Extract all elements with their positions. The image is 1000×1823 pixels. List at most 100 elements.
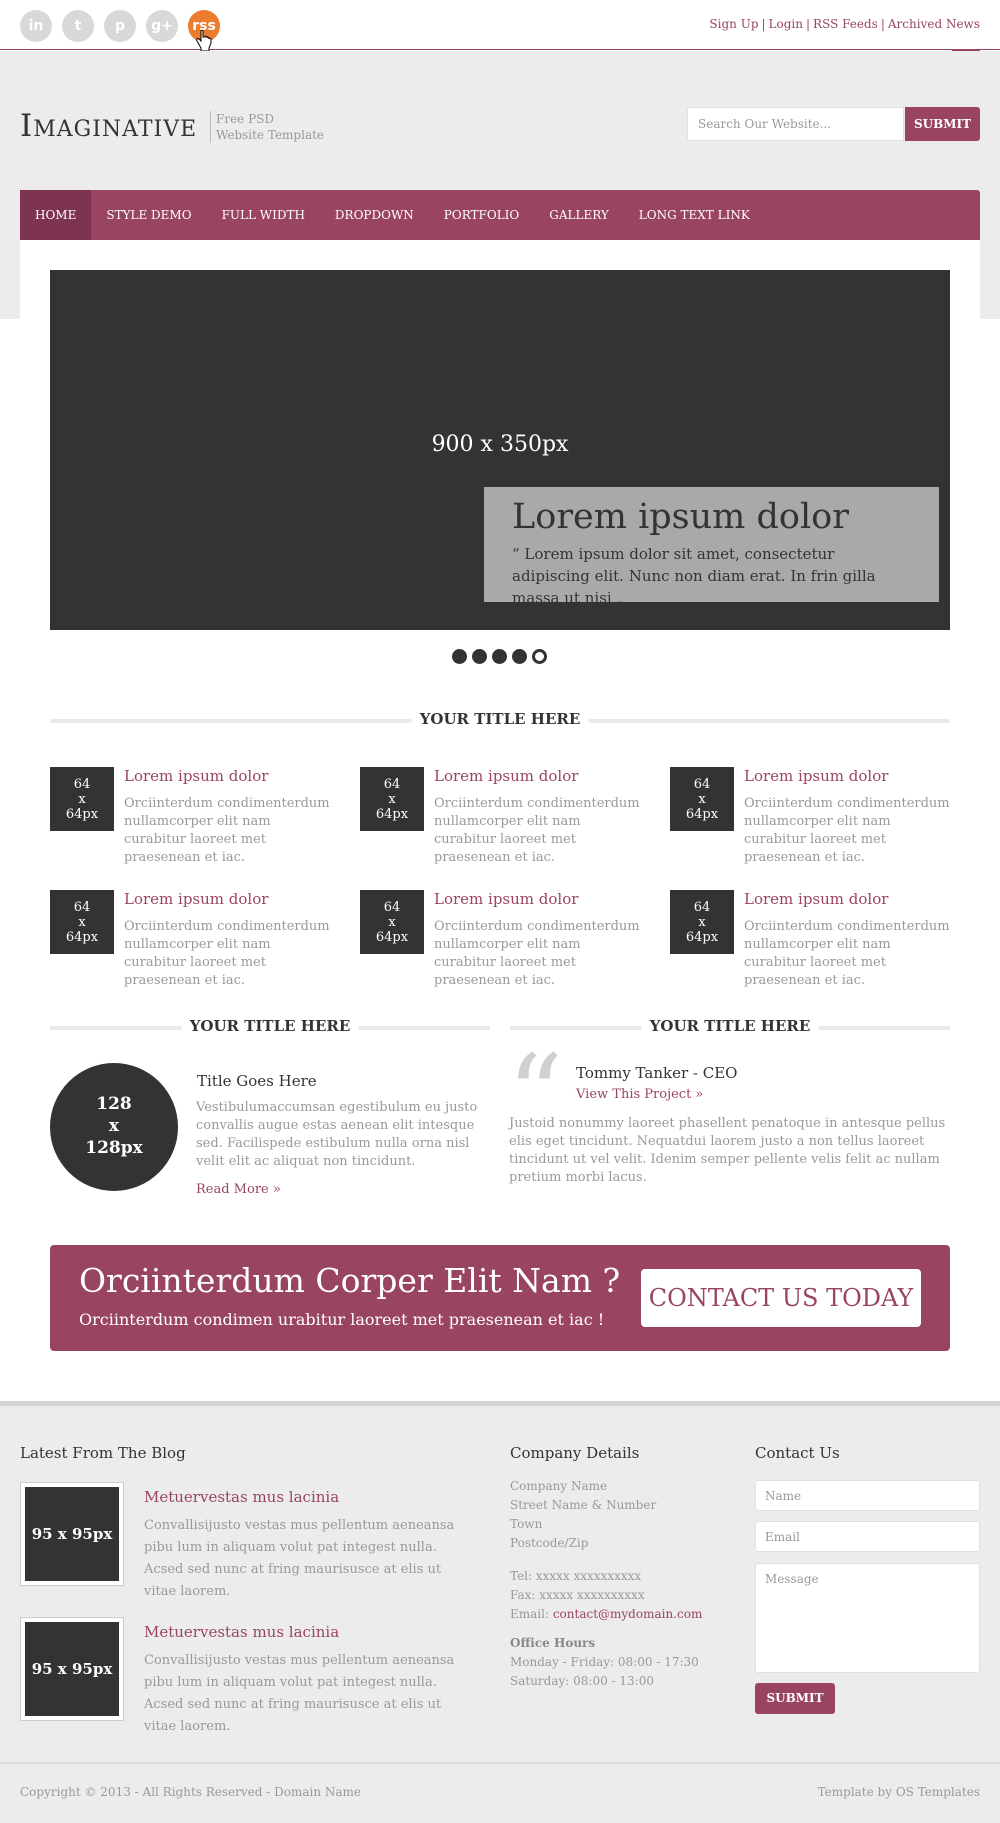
feature-thumbnail: 64 x 64px <box>50 767 114 831</box>
blog-post-text: Convallisijusto vestas mus pellentum aen… <box>144 1653 455 1734</box>
feature-heading[interactable]: Lorem ipsum dolor <box>744 890 888 908</box>
thumb-line: x <box>388 792 396 807</box>
footer-divider <box>0 1762 1000 1764</box>
thumb-line: 64px <box>685 930 719 945</box>
thumb-line: 64 <box>383 900 401 915</box>
thumb-line: 64 <box>73 777 91 792</box>
separator: | <box>880 17 885 31</box>
feature-thumbnail: 64 x 64px <box>670 890 734 954</box>
site-logo[interactable]: Imaginative <box>20 108 197 144</box>
nav-item-dropdown[interactable]: DROPDOWN <box>320 190 429 240</box>
slider-dot[interactable] <box>492 649 507 664</box>
features-section-title: YOUR TITLE HERE <box>50 710 950 730</box>
feature-heading[interactable]: Lorem ipsum dolor <box>124 767 268 785</box>
feature-item: 64 x 64px Lorem ipsum dolor Orciinterdum c… <box>360 890 640 990</box>
caption-title: Lorem ipsum dolor <box>512 497 849 537</box>
feature-thumbnail: 64 x 64px <box>670 767 734 831</box>
nav-item-home[interactable]: HOME <box>20 190 92 240</box>
main-nav: HOME STYLE DEMO FULL WIDTH DROPDOWN PORT… <box>20 190 980 240</box>
hand-cursor-icon <box>196 30 212 52</box>
blog-heading: Latest From The Blog <box>20 1444 186 1462</box>
image-slider[interactable]: 900 x 350px Lorem ipsum dolor “ Lorem ip… <box>50 270 950 630</box>
right-section-title: YOUR TITLE HERE <box>510 1017 950 1037</box>
feature-item: 64 x 64px Lorem ipsum dolor Orciinterdum c… <box>50 767 330 867</box>
email-label: Email: <box>510 1607 553 1621</box>
blog-thumbnail[interactable]: 95 x 95px <box>20 1482 124 1586</box>
slider-dot-active[interactable] <box>532 649 547 664</box>
search-submit-button[interactable]: SUBMIT <box>905 107 980 141</box>
slider-dot[interactable] <box>452 649 467 664</box>
social-links: in t p g+ rss <box>20 10 220 42</box>
feature-thumbnail: 64 x 64px <box>360 890 424 954</box>
contact-email-input[interactable]: Email <box>755 1521 980 1552</box>
thumb-label: 95 x 95px <box>25 1622 119 1716</box>
contact-us-button[interactable]: CONTACT US TODAY <box>641 1269 921 1327</box>
linkedin-icon[interactable]: in <box>20 10 52 42</box>
office-hours-heading: Office Hours <box>510 1636 596 1650</box>
twitter-icon[interactable]: t <box>62 10 94 42</box>
feature-heading[interactable]: Lorem ipsum dolor <box>434 767 578 785</box>
nav-item-long-text-link[interactable]: LONG TEXT LINK <box>624 190 765 240</box>
nav-item-full-width[interactable]: FULL WIDTH <box>207 190 320 240</box>
nav-item-style-demo[interactable]: STYLE DEMO <box>91 190 206 240</box>
feature-text: Orciinterdum condimenterdum nullamcorper… <box>744 919 950 988</box>
thumb-line: 64px <box>65 807 99 822</box>
tagline-line2: Website Template <box>216 128 325 142</box>
copyright-text: Copyright © 2013 - All Rights Reserved -… <box>20 1785 362 1799</box>
feature-thumbnail: 64 x 64px <box>360 767 424 831</box>
nav-item-portfolio[interactable]: PORTFOLIO <box>429 190 534 240</box>
circle-line: 128 <box>96 1094 132 1114</box>
thumb-line: 64px <box>65 930 99 945</box>
section-title-text: YOUR TITLE HERE <box>181 1017 359 1035</box>
company-heading: Company Details <box>510 1444 640 1462</box>
read-more-link[interactable]: Read More » <box>196 1182 281 1197</box>
site-tagline: Free PSD Website Template <box>210 111 324 143</box>
circle-line: 128px <box>85 1138 143 1158</box>
email-link[interactable]: contact@mydomain.com <box>553 1607 703 1621</box>
thumb-line: x <box>78 792 86 807</box>
company-line: Postcode/Zip <box>510 1536 589 1550</box>
feature-heading[interactable]: Lorem ipsum dolor <box>744 767 888 785</box>
contact-submit-button[interactable]: SUBMIT <box>755 1683 835 1714</box>
feature-heading[interactable]: Lorem ipsum dolor <box>434 890 578 908</box>
pinterest-icon[interactable]: p <box>104 10 136 42</box>
slider-dot[interactable] <box>512 649 527 664</box>
call-to-action-banner: Orciinterdum Corper Elit Nam ? Orciinter… <box>50 1245 950 1351</box>
view-project-link[interactable]: View This Project » <box>576 1087 703 1102</box>
thumb-label: 95 x 95px <box>25 1487 119 1581</box>
separator: | <box>806 17 811 31</box>
circle-thumbnail: 128 x 128px <box>50 1063 178 1191</box>
thumb-line: x <box>698 915 706 930</box>
cta-heading: Orciinterdum Corper Elit Nam ? <box>79 1261 621 1300</box>
rss-feeds-link[interactable]: RSS Feeds <box>813 17 878 31</box>
feature-item: 64 x 64px Lorem ipsum dolor Orciinterdum c… <box>50 890 330 990</box>
cta-subheading: Orciinterdum condimen urabitur laoreet m… <box>79 1310 605 1329</box>
feature-item: 64 x 64px Lorem ipsum dolor Orciinterdum c… <box>360 767 640 867</box>
feature-heading[interactable]: Lorem ipsum dolor <box>124 890 268 908</box>
archived-news-link[interactable]: Archived News <box>888 17 980 31</box>
google-plus-icon[interactable]: g+ <box>146 10 178 42</box>
contact-name-input[interactable]: Name <box>755 1480 980 1511</box>
section-title-text: YOUR TITLE HERE <box>411 710 589 728</box>
hours-weekday: Monday - Friday: 08:00 - 17:30 <box>510 1655 699 1669</box>
login-link[interactable]: Login <box>769 17 803 31</box>
template-credit[interactable]: Template by OS Templates <box>818 1785 980 1799</box>
slider-dot[interactable] <box>472 649 487 664</box>
left-column-heading: Title Goes Here <box>197 1072 317 1090</box>
blog-post-title[interactable]: Metuervestas mus lacinia <box>144 1623 339 1641</box>
thumb-line: 64 <box>73 900 91 915</box>
signup-link[interactable]: Sign Up <box>709 17 758 31</box>
blog-thumbnail[interactable]: 95 x 95px <box>20 1617 124 1721</box>
top-bar: in t p g+ rss Sign Up | Login | RSS Feeds | Ar… <box>0 0 1000 52</box>
separator: | <box>761 17 766 31</box>
feature-item: 64 x 64px Lorem ipsum dolor Orciinterdum c… <box>670 890 950 990</box>
search-input[interactable]: Search Our Website... <box>687 107 904 141</box>
contact-message-input[interactable]: Message <box>755 1563 980 1673</box>
blog-post-title[interactable]: Metuervestas mus lacinia <box>144 1488 339 1506</box>
nav-item-gallery[interactable]: GALLERY <box>534 190 624 240</box>
company-line: Company Name <box>510 1479 608 1493</box>
blog-post-text: Convallisijusto vestas mus pellentum aen… <box>144 1518 455 1599</box>
company-email-row: Email: contact@mydomain.com <box>510 1605 702 1624</box>
slider-caption: Lorem ipsum dolor “ Lorem ipsum dolor si… <box>484 487 939 607</box>
feature-text: Orciinterdum condimenterdum nullamcorper… <box>124 919 330 988</box>
